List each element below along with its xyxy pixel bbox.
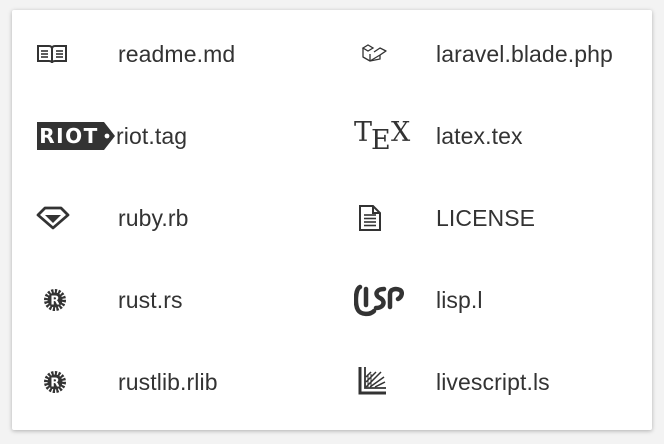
svg-text:T: T [354,117,372,148]
riot-icon: RIOT [36,106,118,166]
file-name: laravel.blade.php [436,40,613,67]
list-item-ruby[interactable]: ruby.rb [36,188,332,248]
svg-text:R: R [50,294,59,308]
list-item-livescript[interactable]: livescript.ls [354,352,644,412]
file-icon-list: readme.md RIOT riot.tag ruby.rb R rust.r… [12,10,652,430]
file-name: readme.md [118,40,236,67]
list-item-riot[interactable]: RIOT riot.tag [36,106,332,166]
lisp-icon [354,270,436,330]
list-item-latex[interactable]: T E X latex.tex [354,106,644,166]
list-item-readme[interactable]: readme.md [36,24,332,84]
file-name: rust.rs [118,286,183,313]
file-name: rustlib.rlib [118,368,218,395]
laravel-icon [354,24,436,84]
document-icon [354,188,436,248]
file-name: latex.tex [436,122,523,149]
tex-icon: T E X [354,106,436,166]
rust-icon: R [36,352,118,412]
list-item-lisp[interactable]: lisp.l [354,270,644,330]
book-icon [36,24,118,84]
file-name: ruby.rb [118,204,189,231]
svg-text:E: E [371,125,391,156]
svg-text:R: R [50,376,59,390]
file-name: LICENSE [436,204,536,231]
file-name: livescript.ls [436,368,550,395]
riot-icon-text: RIOT [39,124,99,148]
file-name: lisp.l [436,286,483,313]
list-item-license[interactable]: LICENSE [354,188,644,248]
list-item-rustlib[interactable]: R rustlib.rlib [36,352,332,412]
svg-text:X: X [391,117,411,148]
list-item-laravel[interactable]: laravel.blade.php [354,24,644,84]
ruby-icon [36,188,118,248]
list-item-rust[interactable]: R rust.rs [36,270,332,330]
rust-icon: R [36,270,118,330]
livescript-icon [354,352,436,412]
file-name: riot.tag [116,122,188,149]
